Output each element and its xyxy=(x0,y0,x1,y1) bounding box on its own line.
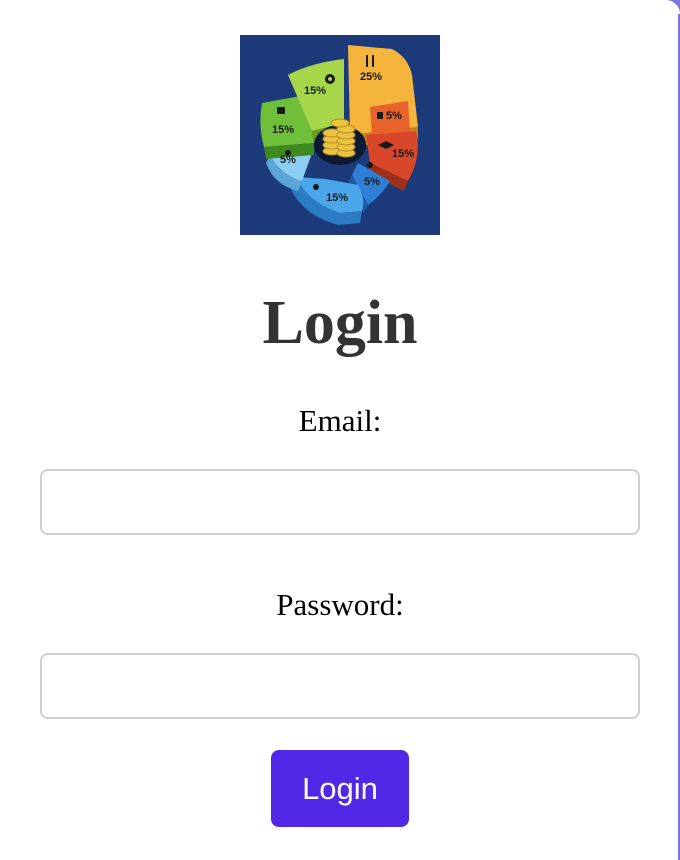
window-corner xyxy=(666,0,680,14)
email-label: Email: xyxy=(298,403,382,438)
budget-pie-chart-icon: 25% 5% 15% 5% 15% 5% 15% 15% xyxy=(240,35,440,235)
slice-label-15a: 15% xyxy=(392,148,414,160)
piggy-bank-icon xyxy=(285,150,291,156)
receipt-icon xyxy=(377,112,383,119)
email-field[interactable] xyxy=(40,469,640,535)
wifi-icon xyxy=(367,162,373,168)
login-button[interactable]: Login xyxy=(271,750,409,827)
cutlery-icon xyxy=(366,55,368,67)
slice-label-5a: 5% xyxy=(386,110,402,122)
slice-label-15c: 15% xyxy=(272,124,294,136)
budget-pie-chart-logo: 25% 5% 15% 5% 15% 5% 15% 15% xyxy=(240,35,440,235)
traveler-icon xyxy=(313,184,319,190)
password-field[interactable] xyxy=(40,653,640,719)
login-page: 25% 5% 15% 5% 15% 5% 15% 15% Login Email… xyxy=(0,0,680,860)
page-title: Login xyxy=(262,289,418,357)
slice-label-5b: 5% xyxy=(364,176,380,188)
slice-label-15b: 15% xyxy=(326,192,348,204)
slice-label-15d: 15% xyxy=(304,85,326,97)
slice-label-25: 25% xyxy=(360,71,382,83)
factory-icon xyxy=(277,107,285,114)
password-label: Password: xyxy=(276,587,404,622)
